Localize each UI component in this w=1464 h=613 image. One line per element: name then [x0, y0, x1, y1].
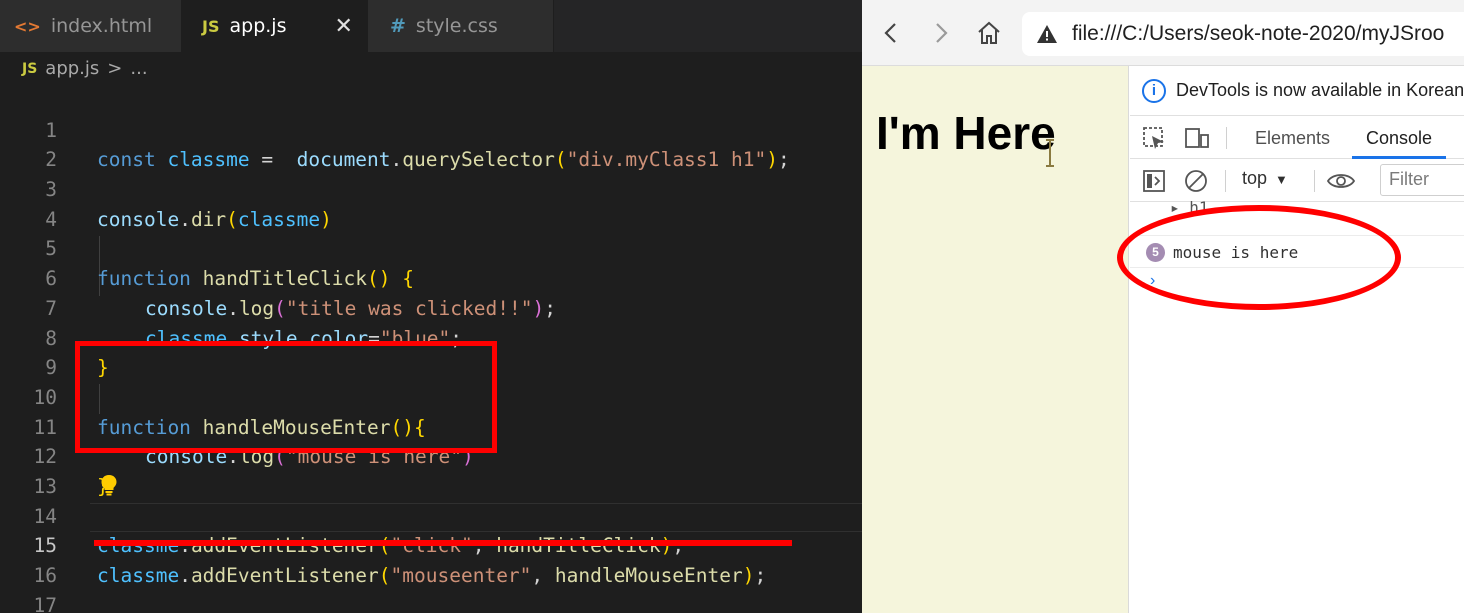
tab-style-css[interactable]: # style.css: [368, 0, 554, 52]
code-line: 16: [0, 531, 862, 587]
code-line: 17: [0, 561, 862, 613]
breadcrumb: JS app.js > ...: [22, 58, 148, 79]
divider: [1225, 170, 1226, 192]
divider: [1314, 170, 1315, 192]
home-icon[interactable]: [974, 18, 1004, 48]
console-filter-input[interactable]: Filter: [1380, 164, 1464, 196]
breadcrumb-separator-icon: >: [107, 58, 123, 79]
warning-icon[interactable]: [1036, 24, 1058, 44]
tab-app-js[interactable]: JS app.js ✕: [182, 0, 368, 52]
live-expression-eye-icon[interactable]: [1326, 169, 1356, 193]
tab-index-html[interactable]: <> index.html: [0, 0, 182, 52]
tab-console[interactable]: Console: [1352, 117, 1447, 159]
html-file-icon: <>: [14, 16, 41, 36]
tab-label: app.js: [229, 15, 287, 37]
tab-label: style.css: [415, 15, 498, 37]
devtools-info-bar: i DevTools is now available in Korean: [1130, 66, 1464, 116]
code-line: 2: [0, 116, 862, 171]
code-line: 4: [0, 175, 862, 231]
js-file-icon: JS: [22, 60, 38, 77]
dropdown-caret-icon: ▼: [1275, 172, 1288, 187]
sidebar-toggle-icon[interactable]: [1142, 169, 1168, 193]
inspect-element-icon[interactable]: [1142, 126, 1168, 150]
page-heading[interactable]: I'm Here: [876, 106, 1056, 160]
context-selector[interactable]: top ▼: [1242, 168, 1288, 189]
tab-elements[interactable]: Elements: [1255, 117, 1330, 159]
annotation-circle: [1117, 205, 1401, 310]
console-toolbar: top ▼ Filter: [1130, 160, 1464, 202]
code-line: 3 console.dir(classme): [0, 145, 862, 231]
divider: [1226, 127, 1227, 149]
line-number: 17: [33, 593, 57, 613]
context-label: top: [1242, 168, 1268, 188]
annotation-underline: [94, 540, 792, 546]
breadcrumb-symbol[interactable]: ...: [130, 58, 147, 79]
forward-icon[interactable]: [926, 18, 956, 48]
lightbulb-icon[interactable]: [100, 474, 118, 496]
page-viewport: I'm Here: [862, 66, 1129, 613]
code-line: 7 classme.style.color="blue";: [0, 264, 862, 350]
tab-label: index.html: [50, 15, 153, 37]
browser-toolbar: file:///C:/Users/seok-note-2020/myJSroo: [862, 0, 1464, 66]
browser-window: file:///C:/Users/seok-note-2020/myJSroo …: [862, 0, 1464, 613]
code-line: 6 console.log("title was clicked!!");: [0, 234, 862, 320]
code-line: 8 }: [0, 294, 862, 380]
editor-tab-bar: <> index.html JS app.js ✕ # style.css: [0, 0, 862, 52]
js-file-icon: JS: [202, 16, 220, 36]
code-line: 5 function handTitleClick() {: [0, 205, 862, 290]
info-text: DevTools is now available in Korean: [1176, 80, 1464, 100]
info-icon: i: [1142, 78, 1166, 103]
breadcrumb-file[interactable]: app.js: [45, 58, 99, 79]
close-tab-icon[interactable]: ✕: [334, 14, 352, 39]
url-text: file:///C:/Users/seok-note-2020/myJSroo: [1072, 22, 1445, 45]
back-icon[interactable]: [876, 18, 906, 48]
device-toolbar-icon[interactable]: [1184, 126, 1210, 150]
devtools-tab-bar: Elements Console: [1130, 117, 1464, 159]
code-line: 14 classme.addEventListener("click", han…: [0, 472, 862, 558]
devtools-panel: i DevTools is now available in Korean El…: [1130, 66, 1464, 613]
code-line: 1 const classme = document.querySelector…: [0, 86, 862, 172]
text-cursor-icon: [1046, 139, 1054, 167]
code-line-current: 15 classme.addEventListener("mouseenter"…: [0, 502, 862, 587]
address-bar[interactable]: file:///C:/Users/seok-note-2020/myJSroo: [1022, 12, 1464, 56]
css-file-icon: #: [390, 15, 406, 37]
clear-console-icon[interactable]: [1184, 169, 1210, 193]
annotation-highlight-box: [75, 341, 497, 453]
code-editor: <> index.html JS app.js ✕ # style.css JS…: [0, 0, 862, 613]
code-area[interactable]: 1 const classme = document.querySelector…: [0, 86, 862, 613]
